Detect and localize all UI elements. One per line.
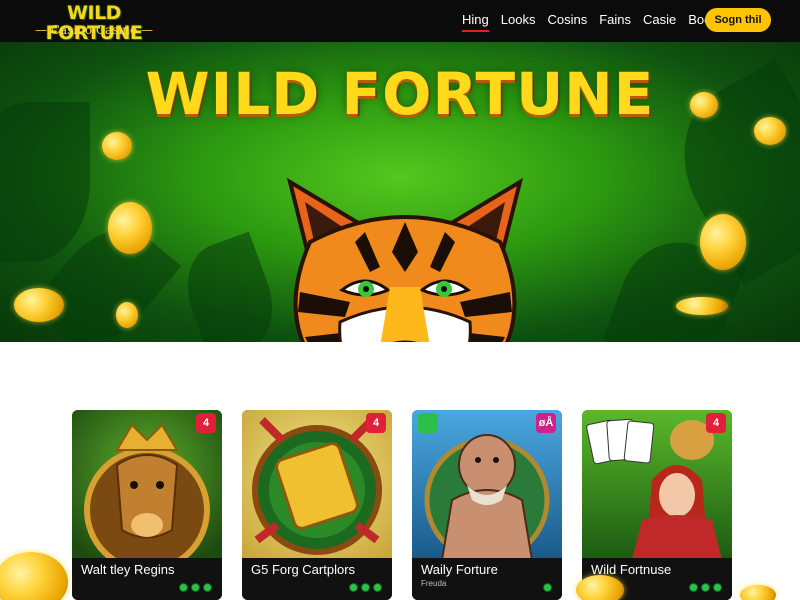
nav-item-fains[interactable]: Fains	[599, 0, 631, 42]
game-badge: øÅ	[536, 413, 556, 433]
dot-indicator-icon	[203, 583, 212, 592]
game-title: Waily Forture	[421, 562, 498, 577]
dot-indicator-icon	[361, 583, 370, 592]
signup-button[interactable]: Sogn thil	[705, 8, 771, 32]
dot-indicator-icon	[349, 583, 358, 592]
dot-indicator-icon	[373, 583, 382, 592]
card-dots	[346, 583, 382, 592]
tiger-face-illustration	[286, 177, 524, 342]
dot-indicator-icon	[701, 583, 710, 592]
nav-item-looks[interactable]: Looks	[501, 0, 536, 42]
game-badge: 4	[196, 413, 216, 433]
card-footer: G5 Forg Cartplors	[242, 558, 392, 600]
dot-indicator-icon	[689, 583, 698, 592]
game-title: Walt tley Regins	[81, 562, 175, 577]
dot-indicator-icon	[179, 583, 188, 592]
game-card[interactable]: øÅ Waily Forture Freuda	[412, 410, 562, 600]
gold-coin-icon	[740, 585, 776, 600]
game-badge: 4	[366, 413, 386, 433]
card-dots	[686, 583, 722, 592]
main-nav: Hing Looks Cosins Fains Casie Boot	[462, 0, 727, 42]
gold-coin-icon	[108, 202, 152, 254]
hero-banner: WILD FORTUNE	[0, 42, 800, 342]
logo-subtitle: — Casino Casino —	[34, 23, 153, 37]
hero-title: WILD FORTUNE	[145, 60, 655, 128]
nav-item-casie[interactable]: Casie	[643, 0, 676, 42]
game-card[interactable]: 4 Walt tley Regins	[72, 410, 222, 600]
game-title: G5 Forg Cartplors	[251, 562, 356, 577]
dot-indicator-icon	[191, 583, 200, 592]
gold-coin-icon	[690, 92, 718, 118]
card-footer: Waily Forture Freuda	[412, 558, 562, 600]
card-dots	[540, 583, 552, 592]
nav-item-cosins[interactable]: Cosins	[547, 0, 587, 42]
gold-coin-icon	[0, 552, 68, 600]
casino-logo[interactable]: WILD FORTUNE — Casino Casino —	[28, 3, 160, 43]
gold-coin-icon	[676, 297, 728, 315]
game-subtitle: Freuda	[421, 579, 447, 588]
top-navbar: WILD FORTUNE — Casino Casino — Hing Look…	[0, 0, 800, 43]
gold-coin-icon	[116, 302, 138, 328]
nav-item-hing[interactable]: Hing	[462, 0, 489, 42]
game-cards-row: 4 Walt tley Regins 4 G5 Forg Cartplors ø…	[72, 410, 732, 600]
gold-coin-icon	[576, 575, 624, 600]
gold-coin-icon	[102, 132, 132, 160]
game-badge: 4	[706, 413, 726, 433]
game-card[interactable]: 4 Wild Fortnuse	[582, 410, 732, 600]
dot-indicator-icon	[713, 583, 722, 592]
game-card[interactable]: 4 G5 Forg Cartplors	[242, 410, 392, 600]
gold-coin-icon	[14, 288, 64, 322]
casino-page: WILD FORTUNE — Casino Casino — Hing Look…	[0, 0, 800, 600]
card-dots	[176, 583, 212, 592]
gold-coin-icon	[700, 214, 746, 270]
green-badge-icon	[418, 413, 438, 433]
card-footer: Walt tley Regins	[72, 558, 222, 600]
gold-coin-icon	[754, 117, 786, 145]
dot-indicator-icon	[543, 583, 552, 592]
